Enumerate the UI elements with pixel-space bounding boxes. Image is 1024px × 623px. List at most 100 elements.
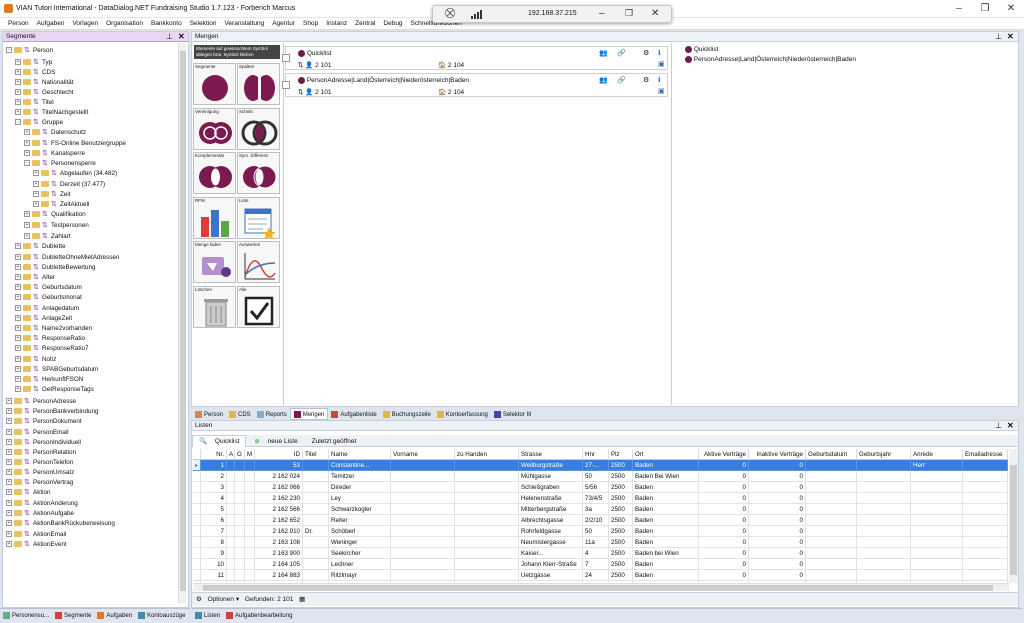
- tab-recent[interactable]: Zuletzt geöffnet: [306, 436, 363, 448]
- menu-organisation[interactable]: Organisation: [102, 18, 147, 30]
- expand-icon[interactable]: +: [33, 191, 39, 198]
- expand-icon[interactable]: +: [15, 305, 21, 312]
- expand-icon[interactable]: +: [6, 408, 12, 415]
- column-header-inaktive-vertrage[interactable]: Inaktive Verträge: [749, 449, 806, 460]
- expand-icon[interactable]: +: [15, 366, 21, 373]
- expand-icon[interactable]: +: [6, 489, 12, 496]
- tree-item-aktion[interactable]: + ⇅ Aktion: [6, 488, 51, 498]
- tab-quicklist[interactable]: 🔍 Quicklist: [192, 435, 247, 447]
- expand-icon[interactable]: +: [15, 264, 21, 271]
- tree-item-zeitaktuell[interactable]: + ⇅ ZeitAktuell: [33, 200, 89, 210]
- mengen-pin-icon[interactable]: ⊥: [995, 32, 1002, 42]
- menu-debug[interactable]: Debug: [379, 18, 406, 30]
- expand-icon[interactable]: +: [6, 479, 12, 486]
- menu-agentur[interactable]: Agentur: [268, 18, 299, 30]
- tree-item-personindividuell[interactable]: + ⇅ PersonIndividuell: [6, 438, 81, 448]
- listen-pin-icon[interactable]: ⊥: [995, 421, 1002, 431]
- column-header-a[interactable]: A: [227, 449, 235, 460]
- tree-item-dublettebewertung[interactable]: + ⇅ DubletteBewertung: [15, 263, 96, 273]
- menu-person[interactable]: Person: [4, 18, 33, 30]
- expand-icon[interactable]: +: [33, 170, 39, 177]
- expand-icon[interactable]: +: [15, 59, 21, 66]
- tree-item-personvertrag[interactable]: + ⇅ PersonVertrag: [6, 478, 73, 488]
- column-header-anrede[interactable]: Anrede: [911, 449, 963, 460]
- expand-icon[interactable]: +: [24, 129, 30, 136]
- tree-item-zahlart[interactable]: + ⇅ Zahlart: [24, 232, 71, 242]
- footer-tab-aufgabenbearbeitung[interactable]: Aufgabenbearbeitung: [223, 610, 295, 622]
- expand-icon[interactable]: +: [6, 500, 12, 507]
- expand-icon[interactable]: +: [15, 243, 21, 250]
- link-icon[interactable]: 🔗: [617, 49, 626, 57]
- column-header-plz[interactable]: Plz: [609, 449, 633, 460]
- column-header-m[interactable]: M: [245, 449, 255, 460]
- menu-shop[interactable]: Shop: [299, 18, 322, 30]
- tree-item-zeit[interactable]: + ⇅ Zeit: [33, 190, 71, 200]
- column-header-id[interactable]: ID: [255, 449, 303, 460]
- menu-aufgaben[interactable]: Aufgaben: [33, 18, 69, 30]
- tree-scrollbar[interactable]: [178, 43, 186, 603]
- tree-item-aktionevent[interactable]: + ⇅ AktionEvent: [6, 540, 67, 550]
- save-icon[interactable]: ▣: [658, 60, 665, 68]
- tree-item-dublette[interactable]: + ⇅ Dublette: [15, 242, 65, 252]
- expand-icon[interactable]: +: [15, 79, 21, 86]
- tree-item-personadresse[interactable]: + ⇅ PersonAdresse: [6, 397, 76, 407]
- tree-item-geschlecht[interactable]: + ⇅ Geschlecht: [15, 88, 74, 98]
- expand-icon[interactable]: +: [6, 541, 12, 548]
- tool-schnitt[interactable]: Schnitt: [237, 107, 280, 150]
- tree-item-datenschutz[interactable]: + ⇅ Datenschutz: [24, 128, 86, 138]
- people-icon[interactable]: 👥: [599, 49, 608, 57]
- tool-loschen[interactable]: Löschen: [193, 285, 236, 328]
- collapse-icon[interactable]: -: [24, 160, 30, 167]
- rdp-minimize-icon[interactable]: –: [599, 8, 605, 19]
- tree-item-geburtsdatum[interactable]: + ⇅ Geburtsdatum: [15, 283, 82, 293]
- column-header-nr[interactable]: Nr.: [201, 449, 227, 460]
- collapse-icon[interactable]: -: [6, 47, 12, 54]
- tree-item-anlagezeit[interactable]: + ⇅ AnlageZeit: [15, 314, 72, 324]
- set-checkbox[interactable]: [282, 54, 290, 62]
- expand-icon[interactable]: +: [24, 150, 30, 157]
- doc-tab-mengen[interactable]: Mengen: [289, 408, 329, 420]
- expand-icon[interactable]: +: [24, 222, 30, 229]
- column-header-g[interactable]: G: [235, 449, 245, 460]
- tree-item-testpersonen[interactable]: + ⇅ Testpersonen: [24, 221, 89, 231]
- link-icon[interactable]: 🔗: [617, 76, 626, 84]
- footer-tab-listen[interactable]: Listen: [192, 610, 223, 622]
- expand-icon[interactable]: +: [15, 325, 21, 332]
- tree-item-kanalsperre[interactable]: + ⇅ Kanalsperre: [24, 149, 85, 159]
- tab-new-list[interactable]: ⊕ neue Liste: [248, 436, 303, 448]
- tool-alle[interactable]: Alle: [237, 285, 280, 328]
- column-header-emailadresse[interactable]: Emailadresse: [963, 449, 1008, 460]
- column-header-vorname[interactable]: Vorname: [391, 449, 455, 460]
- column-header-geburtsdatum[interactable]: Geburtsdatum: [806, 449, 857, 460]
- rdp-close-icon[interactable]: ✕: [651, 8, 659, 19]
- tree-item-personemail[interactable]: + ⇅ PersonEmail: [6, 428, 69, 438]
- expand-icon[interactable]: +: [15, 345, 21, 352]
- preview-item[interactable]: PersonAdresse|Land|Österreich|Niederöste…: [694, 56, 856, 63]
- listen-close-icon[interactable]: ✕: [1007, 421, 1014, 431]
- tree-item-spabgeburtsdatum[interactable]: + ⇅ SPABGeburtsdatum: [15, 365, 98, 375]
- tree-item-persontelefon[interactable]: + ⇅ PersonTelefon: [6, 458, 73, 468]
- column-header-geburtsjahr[interactable]: Geburtsjahr: [857, 449, 911, 460]
- tree-item-responseratio[interactable]: + ⇅ ResponseRatio: [15, 334, 85, 344]
- close-icon[interactable]: ✕: [1004, 3, 1018, 15]
- expand-icon[interactable]: +: [15, 335, 21, 342]
- left-tab-personensu[interactable]: Personensu...: [0, 610, 52, 622]
- menu-instanz[interactable]: Instanz: [322, 18, 351, 30]
- tree-item-derzeit-37-477[interactable]: + ⇅ Derzeit (37.477): [33, 180, 105, 190]
- expand-icon[interactable]: +: [15, 254, 21, 261]
- people-icon[interactable]: 👥: [599, 76, 608, 84]
- expand-icon[interactable]: +: [15, 69, 21, 76]
- tree-item-responseratio7[interactable]: + ⇅ ResponseRatio7: [15, 344, 89, 354]
- tree-item-persondokument[interactable]: + ⇅ PersonDokument: [6, 417, 82, 427]
- tree-item-fs-online-benutzergruppe[interactable]: + ⇅ FS-Online Benutzergruppe: [24, 139, 126, 149]
- expand-icon[interactable]: +: [6, 510, 12, 517]
- tool-komplementar[interactable]: Komplementär: [193, 152, 236, 194]
- menu-selektion[interactable]: Selektion: [186, 18, 221, 30]
- expand-icon[interactable]: +: [15, 294, 21, 301]
- expand-icon[interactable]: +: [6, 449, 12, 456]
- info-icon[interactable]: ℹ: [658, 49, 661, 57]
- expand-icon[interactable]: +: [15, 284, 21, 291]
- menu-veranstaltung[interactable]: Veranstaltung: [220, 18, 268, 30]
- maximize-icon[interactable]: ❐: [978, 3, 992, 15]
- tree-item-aktionbankruckuberweisung[interactable]: + ⇅ AktionBankRückuberweisung: [6, 519, 115, 529]
